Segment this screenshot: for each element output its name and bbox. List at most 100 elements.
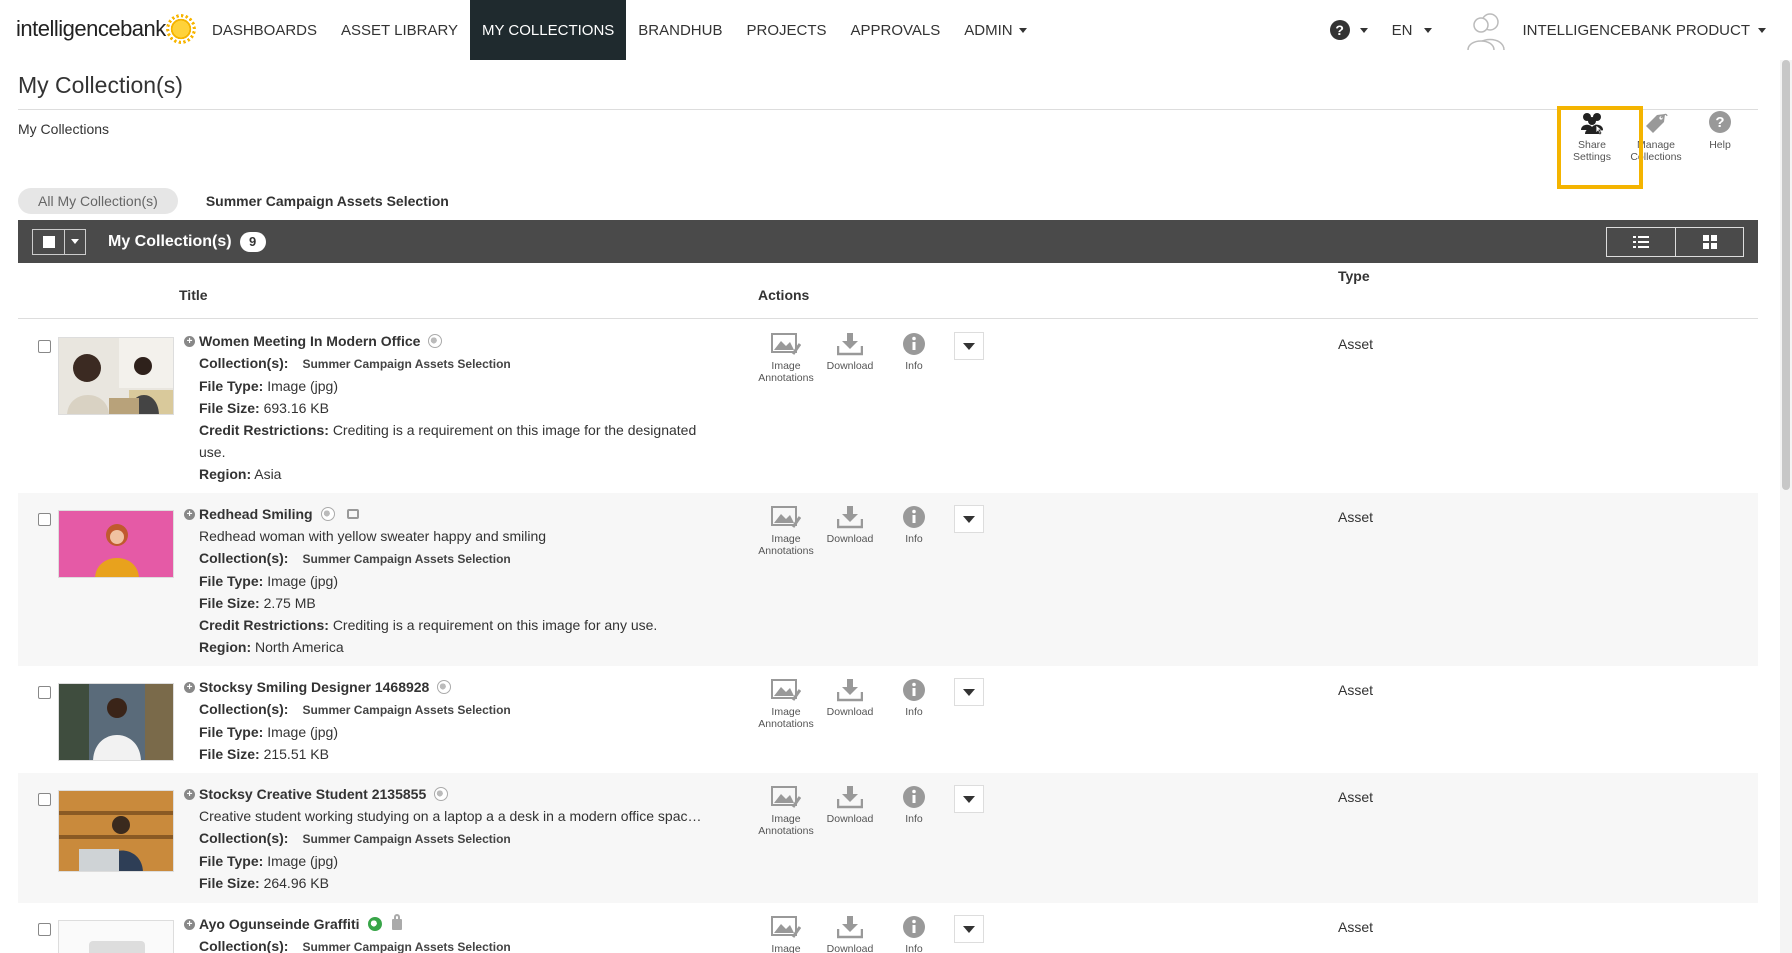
asset-thumbnail[interactable]: [58, 790, 174, 872]
asset-type: Asset: [1338, 789, 1374, 805]
row-checkbox[interactable]: [38, 340, 51, 353]
asset-title[interactable]: Stocksy Creative Student 2135855: [199, 783, 426, 805]
collection-tag[interactable]: Summer Campaign Assets Selection: [302, 552, 510, 566]
nav-dashboards[interactable]: DASHBOARDS: [200, 0, 329, 60]
asset-details: + Women Meeting In Modern Office Collect…: [184, 330, 724, 485]
file-size-label: File Size:: [199, 746, 260, 762]
more-actions-dropdown[interactable]: [954, 505, 984, 533]
chevron-down-icon: [963, 795, 975, 803]
file-size-value: 693.16 KB: [263, 400, 329, 416]
asset-details: + Stocksy Creative Student 2135855 Creat…: [184, 783, 724, 894]
region-value: North America: [255, 639, 344, 655]
nav-my-collections[interactable]: MY COLLECTIONS: [470, 0, 627, 60]
language-menu[interactable]: EN: [1392, 22, 1433, 39]
asset-thumbnail[interactable]: [58, 920, 174, 953]
user-area: ? EN INTELLIGENCEBANK PRODUCT: [1329, 0, 1766, 60]
download-button[interactable]: Download: [818, 915, 882, 953]
page-scrollbar[interactable]: [1780, 60, 1792, 953]
file-type-label: File Type:: [199, 724, 264, 740]
image-annotations-button[interactable]: Image Annotations: [754, 915, 818, 953]
collection-tag[interactable]: Summer Campaign Assets Selection: [302, 832, 510, 846]
select-all-checkbox[interactable]: [33, 229, 65, 254]
divider: [18, 109, 1758, 110]
info-button[interactable]: Info: [882, 915, 946, 953]
collection-tag[interactable]: Summer Campaign Assets Selection: [302, 357, 510, 371]
column-actions: Actions: [758, 287, 810, 303]
download-button[interactable]: Download: [818, 505, 882, 557]
row-checkbox[interactable]: [38, 923, 51, 936]
scrollbar-thumb[interactable]: [1782, 60, 1790, 490]
column-title[interactable]: Title: [179, 287, 208, 303]
info-button[interactable]: Info: [882, 678, 946, 730]
help-button[interactable]: ? Help: [1688, 110, 1752, 163]
collection-tag[interactable]: Summer Campaign Assets Selection: [302, 703, 510, 717]
row-checkbox[interactable]: [38, 513, 51, 526]
credit-label: Credit Restrictions:: [199, 617, 329, 633]
info-button[interactable]: Info: [882, 785, 946, 837]
expand-plus-icon[interactable]: +: [184, 918, 195, 930]
expand-plus-icon[interactable]: +: [184, 335, 195, 347]
asset-type: Asset: [1338, 919, 1374, 935]
nav-asset-library[interactable]: ASSET LIBRARY: [329, 0, 470, 60]
more-actions-dropdown[interactable]: [954, 915, 984, 943]
tab-all-my-collections[interactable]: All My Collection(s): [18, 188, 178, 214]
nav-projects[interactable]: PROJECTS: [734, 0, 838, 60]
help-menu[interactable]: ?: [1329, 20, 1368, 40]
page-title: My Collection(s): [18, 72, 183, 98]
more-actions-dropdown[interactable]: [954, 785, 984, 813]
info-button[interactable]: Info: [882, 505, 946, 557]
image-annotations-button[interactable]: Image Annotations: [754, 332, 818, 384]
image-annotations-button[interactable]: Image Annotations: [754, 505, 818, 557]
user-menu[interactable]: INTELLIGENCEBANK PRODUCT: [1522, 22, 1766, 39]
expand-plus-icon[interactable]: +: [184, 508, 195, 520]
expand-plus-icon[interactable]: +: [184, 788, 195, 800]
collections-label: Collection(s):: [199, 938, 289, 953]
info-button[interactable]: Info: [882, 332, 946, 384]
info-icon: [903, 679, 925, 701]
asset-thumbnail[interactable]: [58, 337, 174, 415]
bulk-select[interactable]: [32, 228, 86, 255]
view-toggle: [1606, 227, 1744, 257]
download-button[interactable]: Download: [818, 678, 882, 730]
file-type-label: File Type:: [199, 573, 264, 589]
sun-logo-icon: [167, 16, 194, 42]
nav-admin[interactable]: ADMIN: [952, 0, 1038, 60]
asset-title[interactable]: Redhead Smiling: [199, 503, 313, 525]
collection-tag[interactable]: Summer Campaign Assets Selection: [302, 940, 510, 953]
table-row: + Stocksy Smiling Designer 1468928 Colle…: [18, 666, 1758, 773]
asset-thumbnail[interactable]: [58, 510, 174, 578]
row-checkbox[interactable]: [38, 686, 51, 699]
expand-plus-icon[interactable]: +: [184, 681, 195, 693]
file-type-value: Image (jpg): [267, 724, 339, 740]
nav-approvals[interactable]: APPROVALS: [839, 0, 953, 60]
collection-tabs: All My Collection(s) Summer Campaign Ass…: [18, 188, 469, 214]
intelligencebank-logo[interactable]: intelligencebank: [16, 14, 194, 44]
tab-summer-campaign[interactable]: Summer Campaign Assets Selection: [186, 188, 469, 214]
download-button[interactable]: Download: [818, 785, 882, 837]
more-actions-dropdown[interactable]: [954, 678, 984, 706]
column-type[interactable]: Type: [1338, 268, 1370, 284]
row-checkbox[interactable]: [38, 793, 51, 806]
asset-thumbnail[interactable]: [58, 683, 174, 761]
list-view-button[interactable]: [1607, 228, 1675, 256]
more-actions-dropdown[interactable]: [954, 332, 984, 360]
info-icon: [903, 506, 925, 528]
office-photo-image: [59, 338, 173, 414]
image-annotations-button[interactable]: Image Annotations: [754, 678, 818, 730]
breadcrumb[interactable]: My Collections: [18, 121, 109, 137]
asset-title[interactable]: Ayo Ogunseinde Graffiti: [199, 913, 360, 935]
image-annotations-button[interactable]: Image Annotations: [754, 785, 818, 837]
help-icon: ?: [1329, 20, 1350, 40]
row-actions: Image Annotations Download Info: [754, 505, 984, 557]
asset-title[interactable]: Stocksy Smiling Designer 1468928: [199, 676, 429, 698]
image-annotation-icon: [771, 333, 801, 355]
asset-description: Creative student working studying on a l…: [199, 808, 702, 824]
globe-icon: [320, 507, 335, 521]
nav-brandhub[interactable]: BRANDHUB: [626, 0, 734, 60]
asset-title[interactable]: Women Meeting In Modern Office: [199, 330, 420, 352]
download-button[interactable]: Download: [818, 332, 882, 384]
grid-view-button[interactable]: [1675, 228, 1743, 256]
user-avatar-icon[interactable]: [1464, 8, 1508, 52]
globe-icon: [367, 917, 382, 931]
chevron-down-icon[interactable]: [65, 230, 85, 254]
